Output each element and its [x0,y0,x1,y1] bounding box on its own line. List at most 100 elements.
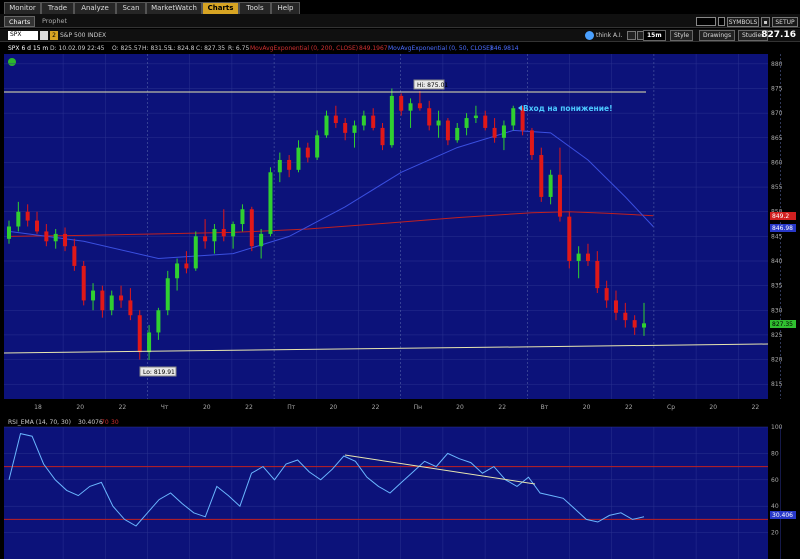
candle-body [128,300,133,316]
candle-body [109,295,114,311]
candle-body [436,120,441,126]
candle-body [44,231,49,242]
subtab-prophet[interactable]: Prophet [38,16,71,27]
symbol-input[interactable]: SPX [8,31,38,40]
candle-body [483,115,488,128]
last-price: 827.16 [761,30,796,40]
candle-body [380,127,385,146]
time-tick-label: 20 [330,404,338,411]
thinkai-icon[interactable] [585,31,594,40]
tab-marketwatch[interactable]: MarketWatch [146,2,202,14]
ema50-price-tag: 846.98 [770,224,796,232]
style-button[interactable]: Style [670,30,694,41]
expand-icon[interactable] [8,58,16,66]
tab-scan[interactable]: Scan [116,2,146,14]
candle-body [548,174,553,197]
link-group-badge[interactable]: 2 [50,31,58,40]
price-tick-label: 880 [771,61,783,68]
candle-body [501,125,506,138]
candle-body [557,174,562,217]
main-menu-bar: Monitor Trade Analyze Scan MarketWatch C… [0,0,800,14]
lock-icon[interactable]: ▪ [761,17,770,27]
symbol-dropdown-icon[interactable] [40,31,48,40]
candle-body [165,278,170,311]
candle-body [389,95,394,146]
candle-body [399,95,404,111]
tab-charts[interactable]: Charts [202,2,239,14]
candle-body [193,236,198,269]
rsi-oversold: 30 [111,419,119,426]
candle-body [473,115,478,119]
price-tick-label: 870 [771,110,783,117]
tab-help[interactable]: Help [271,2,300,14]
candle-body [184,263,189,269]
candle-body [511,108,516,126]
price-tick-label: 860 [771,159,783,166]
candle-body [455,127,460,141]
candle-body [91,290,96,301]
candle-body [361,115,366,126]
candle-body [203,236,208,242]
low-label: Lo: 819.91 [139,366,177,377]
timeframe-button[interactable]: 15m [643,30,666,41]
symbols-button[interactable]: SYMBOLS [727,17,759,27]
rsi-axis-bg [768,417,800,559]
order-entry-box[interactable] [696,17,716,26]
subtab-charts[interactable]: Charts [4,16,36,27]
svg-text:846.98: 846.98 [772,225,793,232]
setup-button[interactable]: SETUP [772,17,798,27]
thinkai-label[interactable]: think A.I. [596,31,623,40]
candle-body [445,120,450,141]
candle-body [268,172,273,234]
svg-text:30.406: 30.406 [772,512,793,519]
svg-text:Hi: 875.01: Hi: 875.01 [417,82,448,89]
bar-open: O: 825.57 [112,45,142,52]
symbol-bar: SPX 2 S&P 500 INDEX think A.I. 15m Style… [0,29,800,42]
candle-body [175,263,180,279]
price-tick-label: 875 [771,86,783,93]
tab-monitor[interactable]: Monitor [4,2,41,14]
candle-body [371,115,376,128]
ema50-value: 846.9814 [490,45,519,52]
candle-body [408,103,413,111]
annotation[interactable]: Вход на понижение! [518,104,613,113]
crosshair-icon[interactable] [627,31,636,40]
candle-body [63,233,68,247]
price-tick-label: 835 [771,283,783,290]
bar-range: R: 6.75 [228,45,249,52]
chart-area[interactable]: SPX 6 d 15 m D: 10.02.09 22:45 O: 825.57… [0,42,800,559]
candle-body [7,226,11,239]
candle-body [352,125,357,133]
price-tick-label: 865 [771,135,783,142]
candle-body [576,253,581,261]
tab-trade[interactable]: Trade [41,2,74,14]
svg-text:Lo: 819.91: Lo: 819.91 [143,369,175,376]
candle-body [249,209,254,247]
dropdown-arrow-icon[interactable] [718,17,725,26]
candle-body [315,135,320,158]
candle-body [343,123,348,133]
tab-analyze[interactable]: Analyze [74,2,116,14]
time-tick-label: 22 [625,404,633,411]
svg-text:827.35: 827.35 [772,321,793,328]
price-tick-label: 825 [771,332,783,339]
sub-toolbar: Charts Prophet SYMBOLS ▪ SETUP [0,14,800,28]
svg-text:849.2: 849.2 [772,213,789,220]
price-tick-label: 840 [771,258,783,265]
drawings-button[interactable]: Drawings [699,30,736,41]
bar-close: C: 827.35 [196,45,225,52]
bar-date: D: 10.02.09 22:45 [50,45,105,52]
time-tick-label: Ср [667,404,675,411]
price-tick-label: 820 [771,357,783,364]
time-tick-label: Пт [287,404,296,411]
price-tick-label: 855 [771,184,783,191]
candle-body [221,228,226,237]
candle-body [567,216,572,261]
candle-body [604,288,609,301]
candle-body [333,115,338,123]
candle-body [305,147,310,158]
tab-tools[interactable]: Tools [239,2,271,14]
time-tick-label: 22 [119,404,127,411]
candle-body [16,211,21,227]
candle-body [287,159,292,170]
